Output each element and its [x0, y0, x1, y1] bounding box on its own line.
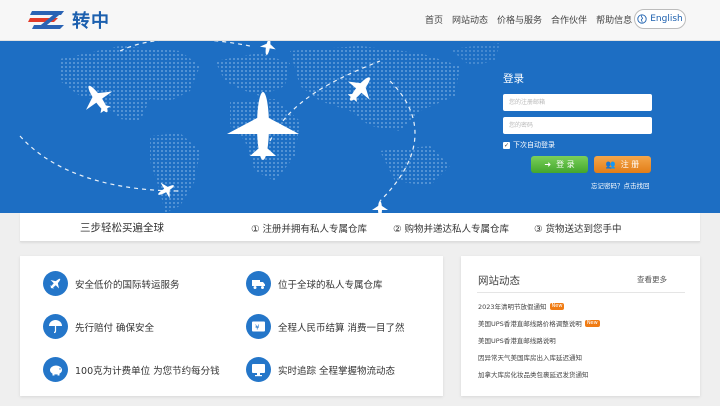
feature-text: 全程人民币结算 消费一目了然	[278, 322, 405, 334]
news-item-text: 美国UPS香港直邮线路说明	[478, 337, 556, 345]
news-item-text: 加拿大库房化妆品类包裹延迟发货通知	[478, 371, 589, 379]
new-badge: New	[549, 302, 565, 310]
feature-item: 实时追踪 全程掌握物流动态	[246, 357, 395, 382]
steps-title: 三步轻松买遍全球	[80, 222, 164, 234]
feature-item: 先行赔付 确保安全	[43, 314, 154, 339]
language-switch-button[interactable]: English	[634, 9, 686, 29]
login-panel: 登录 ✓ 下次自动登录 ➜ 登 录 👥 注 册 忘记密码？点击找回	[503, 71, 663, 190]
feature-item: 安全低价的国际转运服务	[43, 271, 180, 296]
top-header: 转中 首页 网站动态 价格与服务 合作伙伴 帮助信息 English	[0, 0, 720, 41]
news-divider	[477, 292, 685, 293]
key-icon: ➜	[544, 160, 552, 169]
feature-item: 位于全球的私人专属仓库	[246, 271, 383, 296]
new-badge: New	[584, 319, 600, 327]
forgot-password-link[interactable]: 忘记密码？点击找回	[591, 180, 663, 190]
news-item-text: 因异常天气美国库房出入库延迟通知	[478, 354, 582, 362]
step-2: ② 购物并递达私人专属仓库	[393, 224, 510, 235]
site-logo[interactable]: 转中	[28, 6, 110, 34]
nav-help[interactable]: 帮助信息	[596, 13, 632, 26]
feature-text: 实时追踪 全程掌握物流动态	[278, 365, 396, 377]
nav-news[interactable]: 网站动态	[452, 13, 488, 26]
step-3: ③ 货物送达到您手中	[534, 224, 622, 235]
feature-item: 100克为计费单位 为您节约每分钱	[43, 357, 220, 382]
step-1: ① 注册并拥有私人专属仓库	[251, 224, 368, 235]
airplane-icon	[372, 201, 388, 213]
news-item[interactable]: 2023年清明节放假通知 New	[478, 301, 565, 311]
hero-banner: 登录 ✓ 下次自动登录 ➜ 登 录 👥 注 册 忘记密码？点击找回	[0, 41, 720, 213]
login-button[interactable]: ➜ 登 录	[531, 156, 588, 173]
news-item[interactable]: 美国UPS香港直邮线路价格调整说明 New	[478, 318, 600, 328]
airplane-icon	[43, 271, 68, 296]
login-button-label: 登 录	[556, 160, 575, 169]
monitor-icon	[246, 357, 271, 382]
email-field[interactable]	[503, 94, 652, 111]
remember-checkbox[interactable]: ✓	[503, 141, 510, 149]
features-card: 安全低价的国际转运服务 位于全球的私人专属仓库 先行赔付 确保安全 ¥ 全程人民…	[20, 256, 443, 396]
currency-card-icon: ¥	[246, 314, 271, 339]
news-card: 网站动态 查看更多 2023年清明节放假通知 New 美国UPS香港直邮线路价格…	[461, 256, 700, 396]
feature-text: 100克为计费单位 为您节约每分钱	[75, 365, 220, 377]
news-item[interactable]: 美国UPS香港直邮线路说明	[478, 335, 556, 345]
nav-partners[interactable]: 合作伙伴	[551, 13, 587, 26]
news-item-text: 美国UPS香港直邮线路价格调整说明	[478, 320, 582, 328]
remember-me[interactable]: ✓ 下次自动登录	[503, 140, 663, 150]
umbrella-icon	[43, 314, 68, 339]
news-more-link[interactable]: 查看更多	[637, 274, 667, 285]
password-field[interactable]	[503, 117, 652, 134]
steps-bar: 三步轻松买遍全球 ① 注册并拥有私人专属仓库 ② 购物并递达私人专属仓库 ③ 货…	[20, 213, 700, 242]
news-item[interactable]: 加拿大库房化妆品类包裹延迟发货通知	[478, 369, 589, 379]
users-icon: 👥	[605, 160, 616, 169]
login-title: 登录	[503, 73, 524, 85]
news-item[interactable]: 因异常天气美国库房出入库延迟通知	[478, 352, 582, 362]
logo-text: 转中	[72, 11, 110, 32]
svg-text:¥: ¥	[255, 324, 260, 332]
globe-icon	[637, 14, 647, 24]
register-button-label: 注 册	[620, 160, 640, 169]
logo-mark-icon	[28, 11, 64, 29]
nav-pricing[interactable]: 价格与服务	[497, 13, 542, 26]
remember-label: 下次自动登录	[513, 141, 555, 149]
feature-text: 安全低价的国际转运服务	[75, 279, 180, 291]
language-label: English	[650, 14, 683, 24]
news-item-text: 2023年清明节放假通知	[478, 303, 547, 311]
truck-icon	[246, 271, 271, 296]
feature-text: 位于全球的私人专属仓库	[278, 279, 383, 291]
piggy-bank-icon	[43, 357, 68, 382]
nav-home[interactable]: 首页	[425, 13, 443, 26]
main-nav: 首页 网站动态 价格与服务 合作伙伴 帮助信息	[425, 13, 641, 26]
news-title: 网站动态	[478, 275, 520, 287]
feature-text: 先行赔付 确保安全	[75, 322, 155, 334]
register-button[interactable]: 👥 注 册	[594, 156, 651, 173]
feature-item: ¥ 全程人民币结算 消费一目了然	[246, 314, 405, 339]
